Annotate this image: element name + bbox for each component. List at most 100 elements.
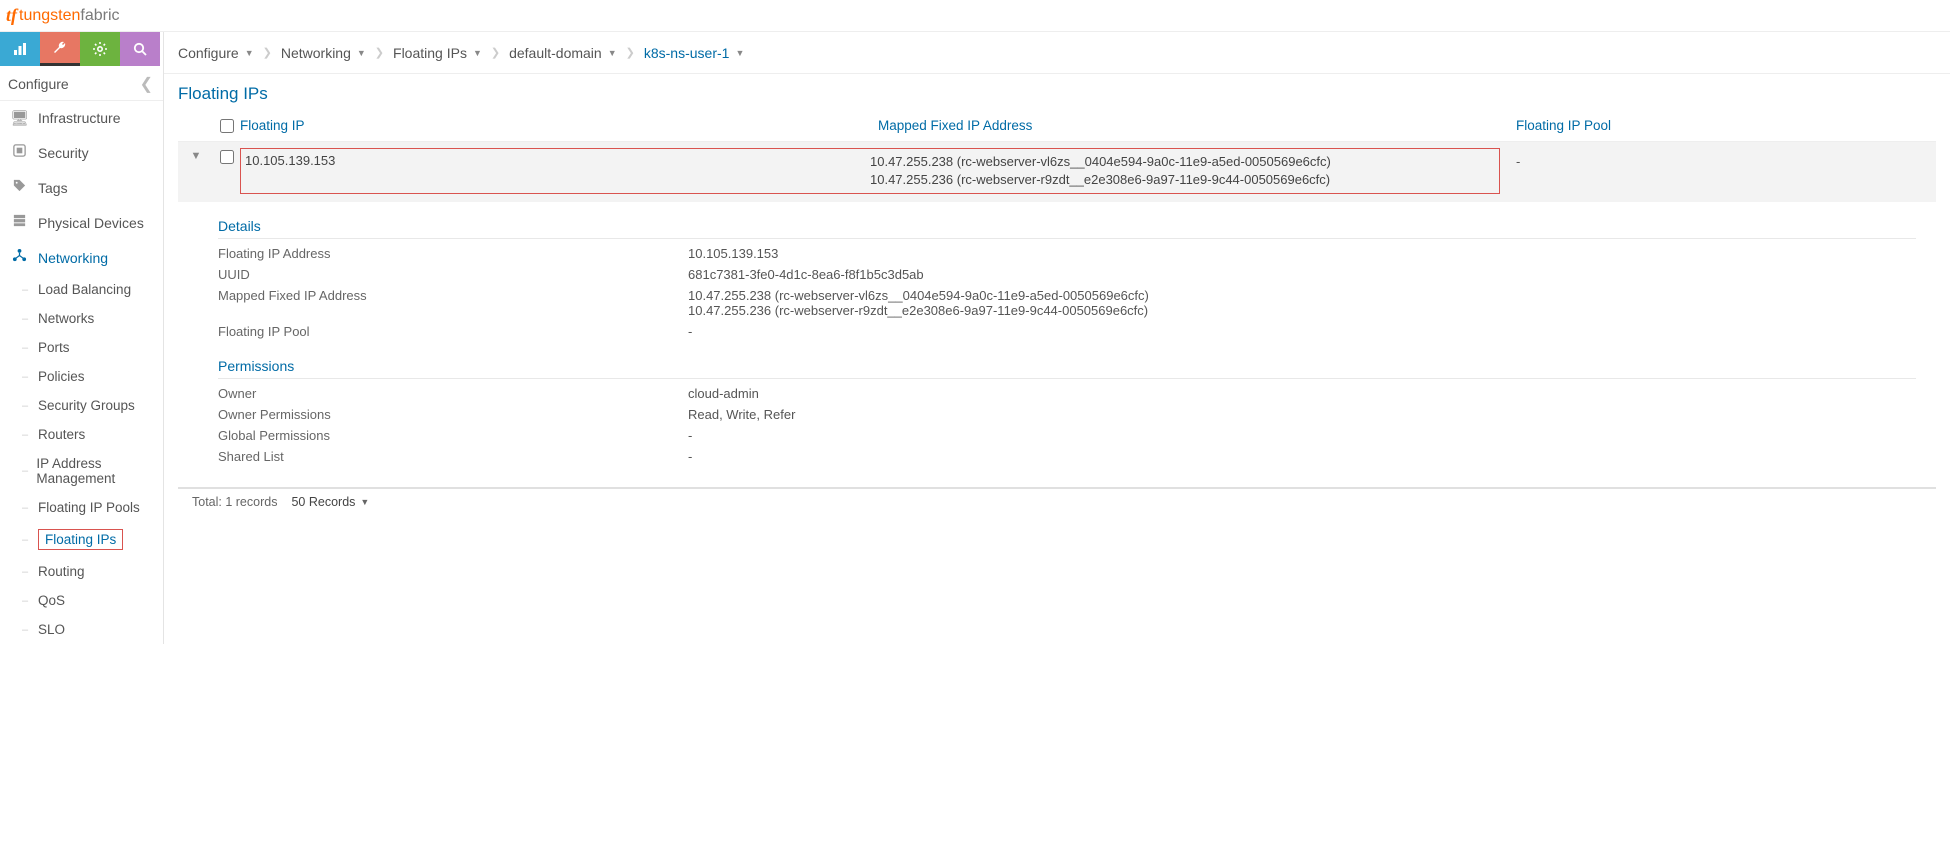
chevron-right-icon: ❯ (491, 46, 500, 59)
sidebar-item-label: Security (38, 145, 89, 161)
caret-down-icon: ▼ (608, 48, 617, 58)
logo-text-1: tungsten (19, 7, 80, 25)
dash-icon: – (22, 566, 30, 578)
search-icon[interactable] (120, 32, 160, 66)
breadcrumb-domain[interactable]: default-domain▼ (509, 45, 617, 61)
dash-icon: – (22, 595, 30, 607)
breadcrumb-configure[interactable]: Configure▼ (178, 45, 254, 61)
sidebar-sub-networks[interactable]: –Networks (0, 304, 163, 333)
wrench-icon[interactable] (40, 32, 80, 66)
permissions-section-title: Permissions (218, 352, 1916, 379)
caret-down-icon: ▼ (735, 48, 744, 58)
chevron-right-icon: ❯ (375, 46, 384, 59)
app-header: tf tungsten fabric (0, 0, 1950, 32)
column-header-pool[interactable]: Floating IP Pool (1516, 118, 1936, 133)
perm-row-shared-list: Shared List- (218, 446, 1936, 467)
floating-ips-table: Floating IP Mapped Fixed IP Address Floa… (164, 110, 1950, 477)
detail-row-pool: Floating IP Pool- (218, 321, 1936, 342)
sidebar-header-label: Configure (8, 76, 69, 92)
dash-icon: – (22, 371, 30, 383)
sidebar-sub-qos[interactable]: –QoS (0, 586, 163, 615)
network-icon (10, 248, 28, 267)
table-header: Floating IP Mapped Fixed IP Address Floa… (178, 110, 1936, 142)
sidebar-sub-label: Load Balancing (38, 282, 131, 297)
sidebar-header: Configure ❮ (0, 66, 163, 101)
details-section-title: Details (218, 212, 1916, 239)
caret-down-icon: ▼ (245, 48, 254, 58)
monitor-icon: 🖥 (10, 109, 28, 127)
logo-text-2: fabric (80, 7, 119, 25)
sidebar-sub-policies[interactable]: –Policies (0, 362, 163, 391)
page-size-dropdown[interactable]: 50 Records ▼ (291, 495, 369, 509)
detail-row-fip: Floating IP Address10.105.139.153 (218, 243, 1936, 264)
cell-mapped-ips: 10.47.255.238 (rc-webserver-vl6zs__0404e… (870, 153, 1495, 189)
sidebar-sub-label: Floating IP Pools (38, 500, 140, 515)
cell-floating-ip: 10.105.139.153 (245, 153, 870, 189)
sidebar-sub-label: Floating IPs (38, 529, 123, 550)
content-area: Configure▼ ❯ Networking▼ ❯ Floating IPs▼… (164, 32, 1950, 644)
tag-icon (10, 178, 28, 197)
stats-icon[interactable] (0, 32, 40, 66)
icon-bar (0, 32, 163, 66)
sidebar-item-label: Tags (38, 180, 68, 196)
sidebar-item-networking[interactable]: Networking (0, 240, 163, 275)
sidebar-sub-ports[interactable]: –Ports (0, 333, 163, 362)
chevron-right-icon: ❯ (626, 46, 635, 59)
sidebar-item-label: Physical Devices (38, 215, 144, 231)
server-icon (10, 213, 28, 232)
sidebar-sub-label: Networks (38, 311, 94, 326)
sidebar-sub-routing[interactable]: –Routing (0, 557, 163, 586)
sidebar-sub-label: IP Address Management (36, 456, 155, 486)
sidebar-item-tags[interactable]: Tags (0, 170, 163, 205)
sidebar-sub-label: QoS (38, 593, 65, 608)
logo-icon: tf (6, 5, 17, 26)
sidebar-sub-load-balancing[interactable]: –Load Balancing (0, 275, 163, 304)
sidebar-sub-label: Security Groups (38, 398, 135, 413)
column-header-mapped[interactable]: Mapped Fixed IP Address (878, 118, 1516, 133)
sidebar-item-label: Networking (38, 250, 108, 266)
sidebar-sub-label: Routing (38, 564, 85, 579)
row-checkbox[interactable] (220, 150, 234, 164)
dash-icon: – (22, 534, 30, 546)
sidebar-sub-slo[interactable]: –SLO (0, 615, 163, 644)
sidebar-sub-routers[interactable]: –Routers (0, 420, 163, 449)
sidebar-sub-label: Policies (38, 369, 85, 384)
caret-down-icon: ▼ (357, 48, 366, 58)
total-records-label: Total: 1 records (192, 495, 277, 509)
detail-row-uuid: UUID681c7381-3fe0-4d1c-8ea6-f8f1b5c3d5ab (218, 264, 1936, 285)
breadcrumb-networking[interactable]: Networking▼ (281, 45, 366, 61)
dash-icon: – (22, 502, 30, 514)
sidebar-sub-floating-ips[interactable]: –Floating IPs (0, 522, 163, 557)
select-all-checkbox[interactable] (220, 119, 234, 133)
dash-icon: – (22, 624, 30, 636)
breadcrumb-project[interactable]: k8s-ns-user-1▼ (644, 45, 745, 61)
sidebar-sub-security-groups[interactable]: –Security Groups (0, 391, 163, 420)
sidebar-sub-ip-address-management[interactable]: –IP Address Management (0, 449, 163, 493)
sidebar-item-security[interactable]: Security (0, 135, 163, 170)
collapse-sidebar-icon[interactable]: ❮ (140, 74, 153, 94)
shield-icon (10, 143, 28, 162)
breadcrumb-floating-ips[interactable]: Floating IPs▼ (393, 45, 482, 61)
gear-icon[interactable] (80, 32, 120, 66)
sidebar-sub-floating-ip-pools[interactable]: –Floating IP Pools (0, 493, 163, 522)
highlighted-row-box: 10.105.139.153 10.47.255.238 (rc-webserv… (240, 148, 1500, 194)
detail-row-mapped: Mapped Fixed IP Address10.47.255.238 (rc… (218, 285, 1936, 321)
sidebar-sub-label: Ports (38, 340, 70, 355)
perm-row-global-perms: Global Permissions- (218, 425, 1936, 446)
table-row[interactable]: ▼ 10.105.139.153 10.47.255.238 (rc-webse… (178, 142, 1936, 202)
dash-icon: – (22, 313, 30, 325)
perm-row-owner-perms: Owner PermissionsRead, Write, Refer (218, 404, 1936, 425)
dash-icon: – (22, 342, 30, 354)
dash-icon: – (22, 429, 30, 441)
sidebar-item-infrastructure[interactable]: 🖥 Infrastructure (0, 101, 163, 135)
dash-icon: – (22, 284, 30, 296)
details-panel: Details Floating IP Address10.105.139.15… (178, 202, 1936, 477)
dash-icon: – (22, 465, 28, 477)
caret-down-icon: ▼ (360, 497, 369, 507)
sidebar-item-physical-devices[interactable]: Physical Devices (0, 205, 163, 240)
page-title: Floating IPs (164, 74, 1950, 110)
row-expander-icon[interactable]: ▼ (178, 148, 214, 162)
column-header-ip[interactable]: Floating IP (240, 118, 878, 133)
sidebar-sub-label: Routers (38, 427, 85, 442)
sidebar: Configure ❮ 🖥 Infrastructure Security Ta… (0, 32, 164, 644)
